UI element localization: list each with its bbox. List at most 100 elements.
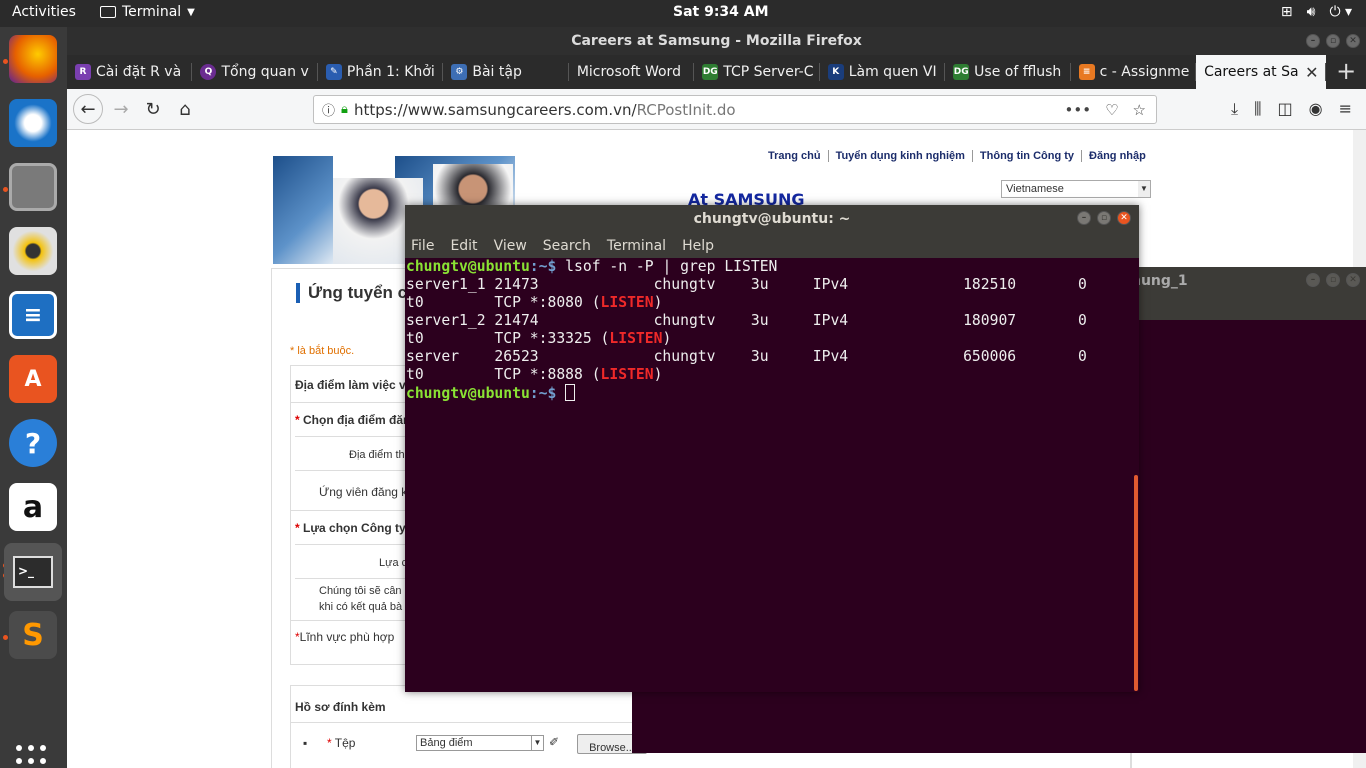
eraser-icon[interactable]: ✐: [549, 735, 559, 749]
menu-icon[interactable]: ≡: [1339, 99, 1352, 119]
gear-icon: ⚙: [451, 64, 468, 80]
help-icon[interactable]: ?: [9, 419, 57, 467]
link-home[interactable]: Trang chủ: [761, 150, 828, 162]
tab[interactable]: DG Use of fflush: [945, 55, 1071, 89]
tab[interactable]: ⚙ Bài tập: [443, 55, 569, 89]
tab[interactable]: R Cài đặt R và: [67, 55, 193, 89]
show-applications-icon[interactable]: [16, 745, 50, 768]
close-button[interactable]: ✕: [1346, 34, 1360, 48]
output-line: t0 TCP *:8080 (LISTEN): [406, 294, 663, 311]
maximize-button[interactable]: ▫: [1097, 211, 1111, 225]
menu-edit[interactable]: Edit: [450, 238, 477, 254]
sidebar-icon[interactable]: ◫: [1278, 99, 1293, 119]
language-select[interactable]: Vietnamese ▼: [1001, 180, 1151, 198]
running-indicator: [3, 635, 8, 640]
tab[interactable]: K Làm quen VI: [820, 55, 946, 89]
field-label: *Lĩnh vực phù hợp: [295, 630, 395, 644]
power-icon: ⏻ ▾: [1329, 4, 1352, 20]
sublime-icon[interactable]: S: [9, 611, 57, 659]
bookmark-star-icon[interactable]: ☆: [1133, 101, 1146, 119]
attachment-title: Hồ sơ đính kèm: [295, 700, 386, 714]
new-tab-button[interactable]: +: [1326, 55, 1365, 89]
clock[interactable]: Sat 9:34 AM: [673, 4, 769, 20]
account-icon[interactable]: ◉: [1309, 99, 1323, 119]
link-login[interactable]: Đăng nhập: [1081, 150, 1153, 162]
info-icon[interactable]: ⓘ: [322, 100, 335, 119]
minimize-button[interactable]: –: [1306, 273, 1320, 287]
dg-icon: DG: [702, 64, 719, 80]
chevron-down-icon: ▼: [1138, 181, 1150, 197]
firefox-icon[interactable]: [9, 35, 57, 83]
tab-bar: R Cài đặt R và Q Tổng quan v ✎ Phần 1: Khởi…: [67, 55, 1366, 89]
nav-bar: ← → ↻ ⌂ ⓘ 🔒︎ https://www.samsungcareers.…: [67, 89, 1366, 130]
document-icon[interactable]: ≡: [9, 291, 57, 339]
required-note: * là bắt buộc.: [290, 345, 355, 357]
store-icon[interactable]: A: [9, 355, 57, 403]
note-line-1: Chúng tôi sẽ cân: [319, 585, 402, 597]
dock: ≡ A ? a >_ S: [0, 27, 67, 768]
scrollbar[interactable]: [1134, 475, 1138, 691]
minimize-button[interactable]: –: [1306, 34, 1320, 48]
running-indicator: [3, 59, 8, 64]
output-line: t0 TCP *:8888 (LISTEN): [406, 366, 663, 383]
page-actions-icon[interactable]: •••: [1065, 101, 1092, 119]
menu-terminal[interactable]: Terminal: [607, 238, 666, 254]
file-label: * Tệp: [327, 736, 356, 750]
maximize-button[interactable]: ▫: [1326, 273, 1340, 287]
forward-button[interactable]: →: [107, 95, 135, 123]
tab[interactable]: Microsoft Word: [569, 55, 695, 89]
company-label: * Lựa chọn Công ty: [295, 521, 406, 535]
link-experienced-jobs[interactable]: Tuyển dụng kinh nghiệm: [827, 150, 972, 162]
tab[interactable]: ✎ Phần 1: Khởi: [318, 55, 444, 89]
mail-icon[interactable]: [9, 99, 57, 147]
text-cursor: [565, 384, 576, 401]
window-title: chungtv@ubuntu: ~: [693, 211, 851, 227]
dg-icon: DG: [953, 64, 970, 80]
menu-search[interactable]: Search: [543, 238, 591, 254]
app-menu[interactable]: Terminal ▼: [100, 4, 195, 20]
r-icon: R: [75, 64, 91, 80]
tab[interactable]: Q Tổng quan v: [192, 55, 318, 89]
pocket-icon[interactable]: ♡: [1105, 101, 1118, 119]
window-titlebar[interactable]: chungtv@ubuntu: ~ – ▫ ✕: [405, 205, 1139, 233]
q-icon: Q: [200, 64, 217, 80]
menu-file[interactable]: File: [411, 238, 434, 254]
window-title: Careers at Samsung - Mozilla Firefox: [571, 33, 862, 49]
system-tray[interactable]: ⊞ 🔊︎ ⏻ ▾: [1281, 4, 1352, 20]
speaker-icon[interactable]: [9, 227, 57, 275]
activities-button[interactable]: Activities: [12, 4, 76, 20]
minimize-button[interactable]: –: [1077, 211, 1091, 225]
close-button[interactable]: ✕: [1117, 211, 1131, 225]
tab[interactable]: ≡ c - Assignme: [1071, 55, 1197, 89]
close-button[interactable]: ✕: [1346, 273, 1360, 287]
window-titlebar[interactable]: Careers at Samsung - Mozilla Firefox – ▫…: [67, 27, 1366, 55]
terminal-output[interactable]: chungtv@ubuntu:~$ lsof -n -P | grep LIST…: [405, 258, 1139, 692]
output-line: t0 TCP *:33325 (LISTEN): [406, 330, 672, 347]
output-line: server 26523 chungtv 3u IPv4 650006 0: [406, 348, 1087, 365]
amazon-icon[interactable]: a: [9, 483, 57, 531]
menu-view[interactable]: View: [494, 238, 527, 254]
reload-button[interactable]: ↻: [139, 95, 167, 123]
company-sublabel: Lựa c: [379, 557, 408, 569]
url-bar[interactable]: ⓘ 🔒︎ https://www.samsungcareers.com.vn/R…: [313, 95, 1157, 124]
file-type-select[interactable]: Bảng điểm ▼: [416, 735, 544, 751]
tab[interactable]: DG TCP Server-C: [694, 55, 820, 89]
files-icon[interactable]: [9, 163, 57, 211]
maximize-button[interactable]: ▫: [1326, 34, 1340, 48]
chevron-down-icon: ▼: [531, 736, 543, 750]
terminal-icon[interactable]: >_: [4, 543, 62, 601]
home-button[interactable]: ⌂: [171, 95, 199, 123]
back-button[interactable]: ←: [73, 94, 103, 124]
downloads-icon[interactable]: ⤓: [1231, 99, 1238, 119]
running-indicator: [3, 187, 8, 192]
prompt-line: chungtv@ubuntu:~$: [406, 384, 1139, 402]
stack-icon: ≡: [1078, 64, 1095, 80]
tab-active[interactable]: Careers at Sa ✕: [1196, 55, 1327, 89]
close-icon[interactable]: ✕: [1305, 63, 1318, 82]
menu-help[interactable]: Help: [682, 238, 714, 254]
page-title: Ứng tuyển ch: [296, 283, 418, 303]
library-icon[interactable]: ⫼: [1254, 99, 1261, 119]
edit-icon: ✎: [325, 64, 342, 80]
terminal-window: chungtv@ubuntu: ~ – ▫ ✕ File Edit View S…: [405, 205, 1139, 692]
link-company-info[interactable]: Thông tin Công ty: [971, 150, 1081, 162]
